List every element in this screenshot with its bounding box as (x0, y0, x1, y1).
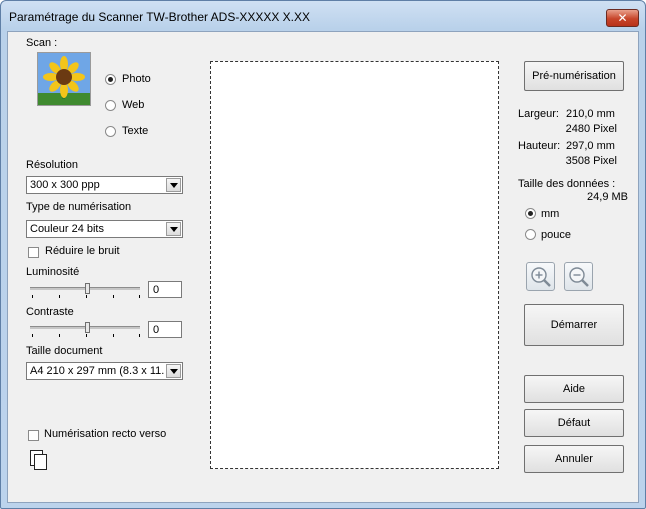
scan-mode-text-radio[interactable] (105, 126, 116, 137)
scan-mode-web-radio[interactable] (105, 100, 116, 111)
contrast-thumb[interactable] (85, 322, 90, 333)
help-button-label: Aide (562, 383, 586, 395)
scan-type-value: Couleur 24 bits (30, 223, 104, 235)
chevron-down-icon[interactable] (166, 178, 181, 192)
chevron-down-icon[interactable] (166, 364, 181, 378)
resolution-value: 300 x 300 ppp (30, 179, 100, 191)
width-px-value: 2480 Pixel (565, 123, 617, 135)
scan-label: Scan : (26, 37, 58, 49)
contrast-tick (113, 334, 114, 337)
scan-type-dropdown[interactable]: Couleur 24 bits (26, 220, 183, 238)
start-button-label: Démarrer (550, 319, 598, 331)
scan-preview-area[interactable] (210, 61, 499, 469)
unit-mm-radio[interactable] (525, 208, 536, 219)
document-size-value: A4 210 x 297 mm (8.3 x 11. (30, 365, 165, 377)
height-px-value: 3508 Pixel (565, 155, 617, 167)
contrast-label: Contraste (26, 306, 74, 318)
default-button-label: Défaut (557, 417, 591, 429)
dialog-body: Scan : Photo Web Texte Résolution 300 x … (7, 31, 639, 503)
width-mm-value: 210,0 mm (566, 108, 615, 120)
brightness-tick (86, 295, 87, 298)
noise-reduction-checkbox[interactable] (28, 247, 39, 258)
width-label: Largeur: (518, 108, 559, 120)
brightness-tick (32, 295, 33, 298)
window-title: Paramétrage du Scanner TW-Brother ADS-XX… (9, 10, 311, 24)
sunflower-photo-icon (37, 52, 91, 106)
unit-inch-label: pouce (541, 229, 571, 241)
data-size-label: Taille des données : (518, 178, 616, 190)
brightness-tick (139, 295, 140, 298)
noise-reduction-label: Réduire le bruit (45, 245, 120, 257)
scan-type-label: Type de numérisation (26, 201, 132, 213)
prescan-button[interactable]: Pré-numérisation (524, 61, 624, 91)
scan-mode-photo-label: Photo (122, 73, 151, 85)
brightness-thumb[interactable] (85, 283, 90, 294)
default-button[interactable]: Défaut (524, 409, 624, 437)
duplex-label: Numérisation recto verso (44, 428, 167, 440)
help-button[interactable]: Aide (524, 375, 624, 403)
scanner-settings-window: Paramétrage du Scanner TW-Brother ADS-XX… (0, 0, 646, 509)
brightness-slider[interactable] (30, 282, 142, 298)
contrast-tick (139, 334, 140, 337)
document-size-label: Taille document (26, 345, 103, 357)
cancel-button-label: Annuler (555, 453, 593, 465)
height-mm-value: 297,0 mm (566, 140, 615, 152)
zoom-in-button[interactable] (526, 262, 555, 291)
brightness-tick (59, 295, 60, 298)
prescan-button-label: Pré-numérisation (532, 70, 616, 82)
scan-mode-photo-radio[interactable] (105, 74, 116, 85)
document-size-dropdown[interactable]: A4 210 x 297 mm (8.3 x 11. (26, 362, 183, 380)
start-button[interactable]: Démarrer (524, 304, 624, 346)
duplex-checkbox[interactable] (28, 430, 39, 441)
scan-mode-text-label: Texte (122, 125, 149, 137)
zoom-in-icon (531, 267, 551, 287)
scan-mode-web-label: Web (122, 99, 145, 111)
contrast-input[interactable]: 0 (148, 321, 182, 338)
cancel-button[interactable]: Annuler (524, 445, 624, 473)
contrast-tick (32, 334, 33, 337)
brightness-input[interactable]: 0 (148, 281, 182, 298)
contrast-tick (86, 334, 87, 337)
resolution-label: Résolution (26, 159, 78, 171)
chevron-down-icon[interactable] (166, 222, 181, 236)
zoom-out-button[interactable] (564, 262, 593, 291)
title-bar: Paramétrage du Scanner TW-Brother ADS-XX… (1, 1, 645, 31)
brightness-value: 0 (153, 284, 160, 296)
contrast-value: 0 (153, 324, 160, 336)
duplex-pages-icon (29, 449, 49, 471)
contrast-tick (59, 334, 60, 337)
unit-inch-radio[interactable] (525, 229, 536, 240)
zoom-out-icon (569, 267, 589, 287)
unit-mm-label: mm (541, 208, 560, 220)
brightness-tick (113, 295, 114, 298)
contrast-slider[interactable] (30, 321, 142, 337)
brightness-label: Luminosité (26, 266, 80, 278)
close-button[interactable]: ✕ (606, 9, 639, 27)
height-label: Hauteur: (518, 140, 561, 152)
resolution-dropdown[interactable]: 300 x 300 ppp (26, 176, 183, 194)
data-size-value: 24,9 MB (587, 191, 628, 203)
